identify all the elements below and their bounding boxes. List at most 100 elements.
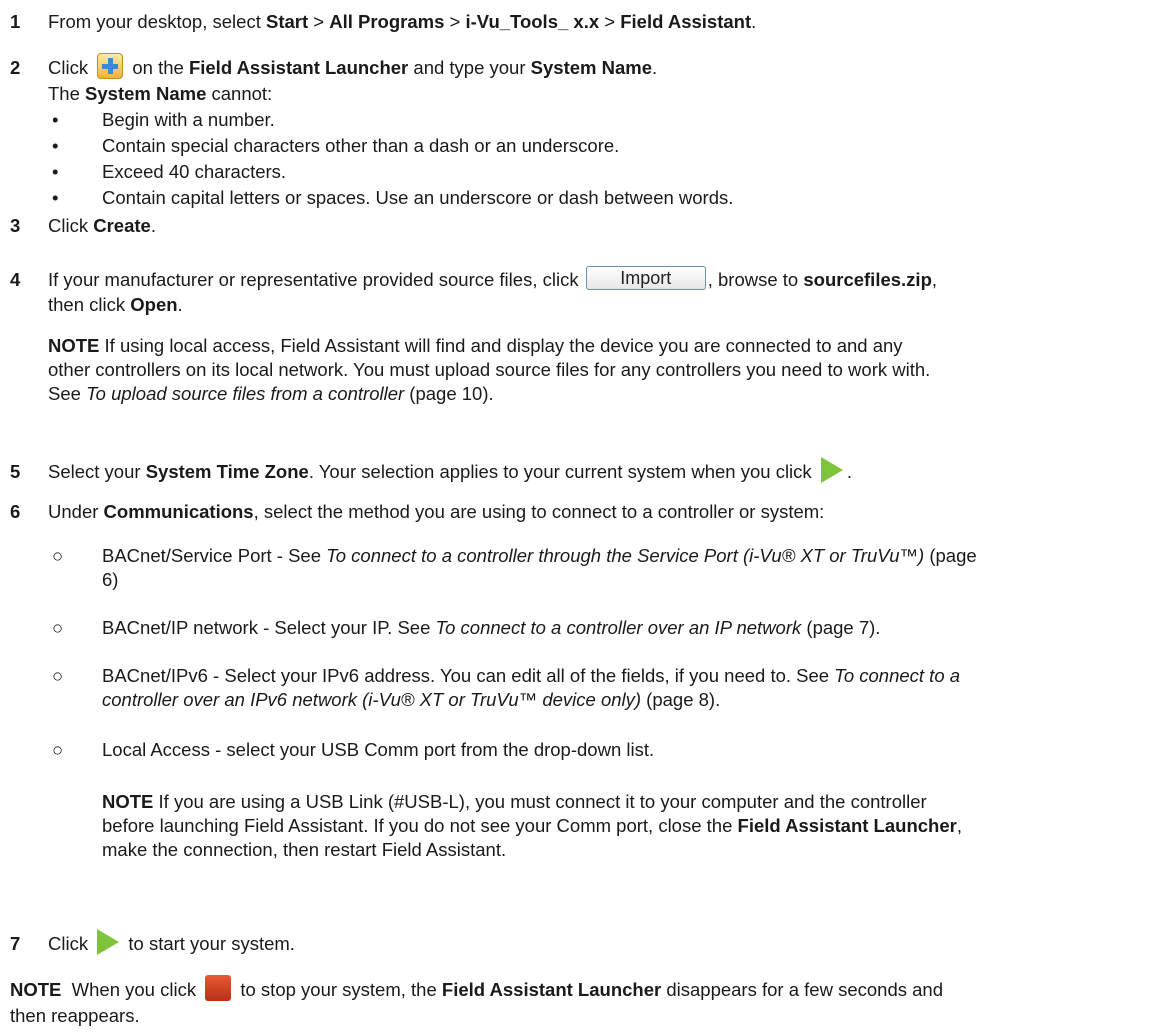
communications-label: Communications	[103, 501, 254, 522]
play-icon	[97, 929, 120, 956]
cross-reference: To connect to a controller over an IP ne…	[435, 617, 802, 638]
stop-icon	[205, 975, 232, 1002]
separator: >	[599, 11, 621, 32]
step-number: 5	[10, 461, 21, 482]
option-text: BACnet/IPv6 - Select your IPv6 address. …	[102, 664, 1162, 712]
text: Select your	[48, 461, 146, 482]
step-number: 2	[10, 57, 21, 78]
text: Click	[48, 215, 94, 236]
note-text: to stop your system, the	[235, 979, 442, 1000]
launcher-name: Field Assistant Launcher	[737, 815, 957, 836]
text: From your desktop, select	[48, 11, 266, 32]
note-text: If you are using a USB Link (#USB-L), yo…	[153, 791, 927, 812]
system-name-label: System Name	[85, 83, 207, 105]
option-text: Local Access - select your USB Comm port…	[102, 739, 655, 760]
step-text: Click Create.	[48, 214, 1162, 238]
circle-bullet: ○	[52, 739, 64, 760]
text: Click	[48, 57, 94, 78]
note-text: other controllers on its local network. …	[48, 359, 931, 380]
text: on the	[127, 57, 189, 78]
step-number: 6	[10, 501, 21, 522]
menu-field-assistant: Field Assistant	[620, 11, 752, 32]
note-label: NOTE	[102, 791, 154, 812]
system-name-label: System Name	[530, 57, 652, 78]
circle-bullet: ○	[52, 545, 64, 566]
text: The	[48, 83, 86, 105]
separator: >	[308, 11, 330, 32]
option-text: BACnet/Service Port - See To connect to …	[102, 544, 1162, 592]
text: .	[150, 215, 156, 236]
text: (page 8).	[641, 689, 721, 710]
launcher-name: Field Assistant Launcher	[188, 57, 409, 78]
menu-tools: i-Vu_Tools_ x.x	[465, 11, 600, 32]
step-3: 3 Click Create.	[0, 214, 1176, 238]
text: .	[177, 294, 183, 316]
cross-reference: controller over an IPv6 network (i-Vu® X…	[102, 689, 642, 710]
bullet-text: Contain capital letters or spaces. Use a…	[102, 187, 734, 208]
text: and type your	[408, 57, 531, 78]
step-text: Under Communications, select the method …	[48, 500, 1162, 524]
note-text: before launching Field Assistant. If you…	[102, 815, 738, 836]
note-text: then reappears.	[10, 1005, 140, 1027]
text: ,	[931, 269, 938, 290]
step-number: 3	[10, 215, 21, 236]
step-4: 4 If your manufacturer or representative…	[0, 266, 1176, 438]
step-text: Click on the Field Assistant Launcher an…	[48, 53, 1162, 106]
filename: sourcefiles.zip	[803, 269, 932, 290]
text: cannot:	[206, 83, 273, 105]
menu-start: Start	[265, 11, 309, 32]
separator: >	[444, 11, 466, 32]
bullet: •	[52, 161, 59, 182]
text: .	[652, 57, 658, 78]
text: BACnet/IP network - Select your IP. See	[102, 617, 436, 638]
step-text: Select your System Time Zone. Your selec…	[48, 457, 1162, 486]
bullet: •	[52, 187, 59, 208]
bullet-text: Exceed 40 characters.	[102, 161, 287, 182]
text: , select the method you are using to con…	[253, 501, 825, 522]
text: BACnet/IPv6 - Select your IPv6 address. …	[102, 665, 835, 686]
bullet: •	[52, 135, 59, 156]
circle-bullet: ○	[52, 617, 64, 638]
note-text: (page 10).	[404, 383, 494, 404]
note-text: When you click	[61, 979, 202, 1000]
step-6: 6 Under Communications, select the metho…	[0, 500, 1176, 920]
note-text: disappears for a few seconds and	[661, 979, 943, 1000]
menu-all-programs: All Programs	[329, 11, 445, 32]
text: to start your system.	[123, 933, 295, 954]
note-text: make the connection, then restart Field …	[102, 839, 507, 860]
note-label: NOTE	[48, 335, 100, 356]
text: . Your selection applies to your current…	[308, 461, 817, 482]
cross-reference: To connect to a	[834, 665, 961, 686]
note: NOTE If you are using a USB Link (#USB-L…	[102, 790, 1162, 862]
option-text: BACnet/IP network - Select your IP. See …	[102, 616, 1162, 640]
create-label: Create	[93, 215, 151, 236]
text: If your manufacturer or representative p…	[48, 269, 584, 290]
text: 6)	[102, 569, 119, 590]
note: NOTE If using local access, Field Assist…	[48, 334, 1162, 406]
play-icon	[820, 457, 843, 484]
text: then click	[48, 294, 131, 316]
bullet-text: Contain special characters other than a …	[102, 135, 620, 156]
text: BACnet/Service Port - See	[102, 545, 327, 566]
text: (page	[924, 545, 977, 566]
step-1: 1 From your desktop, select Start > All …	[0, 10, 1176, 34]
bullet: •	[52, 109, 59, 130]
step-number: 7	[10, 933, 21, 954]
time-zone-label: System Time Zone	[145, 461, 309, 482]
step-number: 4	[10, 269, 21, 290]
bullet-text: Begin with a number.	[102, 109, 275, 130]
text: (page 7).	[801, 617, 881, 638]
launcher-name: Field Assistant Launcher	[441, 979, 662, 1000]
step-number: 1	[10, 11, 21, 32]
text: .	[751, 11, 757, 32]
add-plus-icon	[97, 53, 124, 80]
note-label: NOTE	[10, 979, 62, 1000]
text: , browse to	[707, 269, 804, 290]
cross-reference: To connect to a controller through the S…	[326, 545, 925, 566]
cross-reference: To upload source files from a controller	[86, 383, 405, 404]
note-text: See	[48, 383, 87, 404]
step-7: 7 Click to start your system.	[0, 929, 1176, 956]
text: .	[846, 461, 852, 482]
import-button: Import	[585, 266, 706, 291]
text: Click	[48, 933, 94, 954]
